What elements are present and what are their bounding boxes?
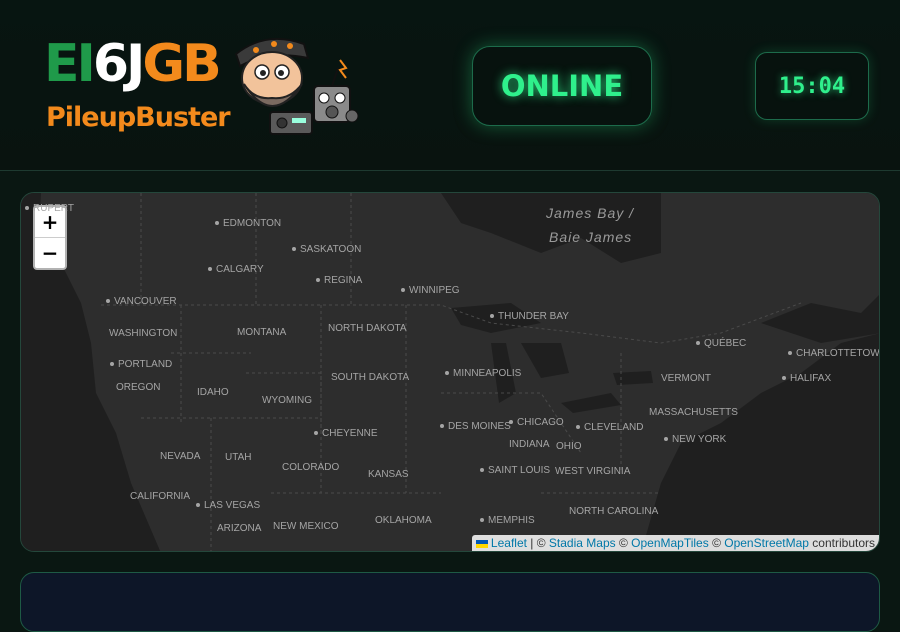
city-label: MINNEAPOLIS [445,368,521,379]
city-label: VANCOUVER [106,296,177,307]
city-label: QUÉBEC [696,338,746,349]
city-label: DES MOINES [440,421,511,432]
logo-tagline: PileupBuster [46,102,231,133]
city-label: WINNIPEG [401,285,460,296]
map[interactable]: + − James Bay / Baie James RUPERT EDMONT… [20,192,880,552]
bottom-panel [20,572,880,632]
city-label: LAS VEGAS [196,500,260,511]
water-label: James Bay / [546,205,635,221]
region-label: WEST VIRGINIA [555,466,631,477]
region-label: UTAH [225,452,252,463]
status-badge: ONLINE [472,46,652,126]
region-label: NEVADA [160,451,201,462]
region-label: COLORADO [282,462,340,473]
region-label: SOUTH DAKOTA [331,372,410,383]
region-label: OREGON [116,382,161,393]
clock: 15:04 [755,52,869,120]
region-label: NORTH DAKOTA [328,323,407,334]
region-label: VERMONT [661,373,711,384]
logo[interactable]: EI6JGB PileupBuster [44,28,364,144]
city-label: CHICAGO [509,417,564,428]
city-label: CHARLOTTETOWN [788,348,879,359]
city-label: PORTLAND [110,359,172,370]
zoom-control: + − [33,205,67,270]
map-attribution: Leaflet | © Stadia Maps © OpenMapTiles ©… [471,535,879,551]
logo-callsign-part1: EI [44,34,96,94]
city-label: EDMONTON [215,218,281,229]
city-label: CHEYENNE [314,428,378,439]
region-label: IDAHO [197,387,229,398]
city-label: THUNDER BAY [490,311,569,322]
logo-callsign-part3: GB [142,34,221,94]
city-label: MEMPHIS [480,515,535,526]
attribution-separator: © [615,536,632,550]
city-label: HALIFAX [782,373,831,384]
region-label: MASSACHUSETTS [649,407,738,418]
mascot-icon [234,37,359,135]
stadia-link[interactable]: Stadia Maps [549,536,616,550]
attribution-separator: | © [526,536,549,550]
attribution-separator: © [708,536,725,550]
leaflet-link[interactable]: Leaflet [491,536,527,550]
header: EI6JGB PileupBuster ONLINE 15:04 [0,0,900,171]
region-label: CALIFORNIA [130,491,191,502]
city-label: CALGARY [208,264,264,275]
logo-callsign-part2: 6J [92,34,146,94]
water-label: Baie James [549,229,633,245]
city-label: CLEVELAND [576,422,643,433]
ukraine-flag-icon [475,539,488,548]
region-label: OHIO [556,441,582,452]
openmaptiles-link[interactable]: OpenMapTiles [631,536,709,550]
city-label: SAINT LOUIS [480,465,550,476]
region-label: MONTANA [237,327,287,338]
zoom-out-button[interactable]: − [35,237,65,268]
logo-callsign: EI6JGB [44,34,222,94]
city-label: NEW YORK [664,434,726,445]
region-label: NEW MEXICO [273,521,339,532]
region-label: WASHINGTON [109,328,178,339]
city-label: REGINA [316,275,362,286]
region-label: ARIZONA [217,523,262,534]
region-label: KANSAS [368,469,409,480]
city-label: SASKATOON [292,244,361,255]
openstreetmap-link[interactable]: OpenStreetMap [724,536,809,550]
city-label: RUPERT [25,203,74,214]
region-label: OKLAHOMA [375,515,432,526]
region-label: WYOMING [262,395,312,406]
region-label: NORTH CAROLINA [569,506,659,517]
region-label: INDIANA [509,439,550,450]
attribution-text: contributors [808,536,875,550]
